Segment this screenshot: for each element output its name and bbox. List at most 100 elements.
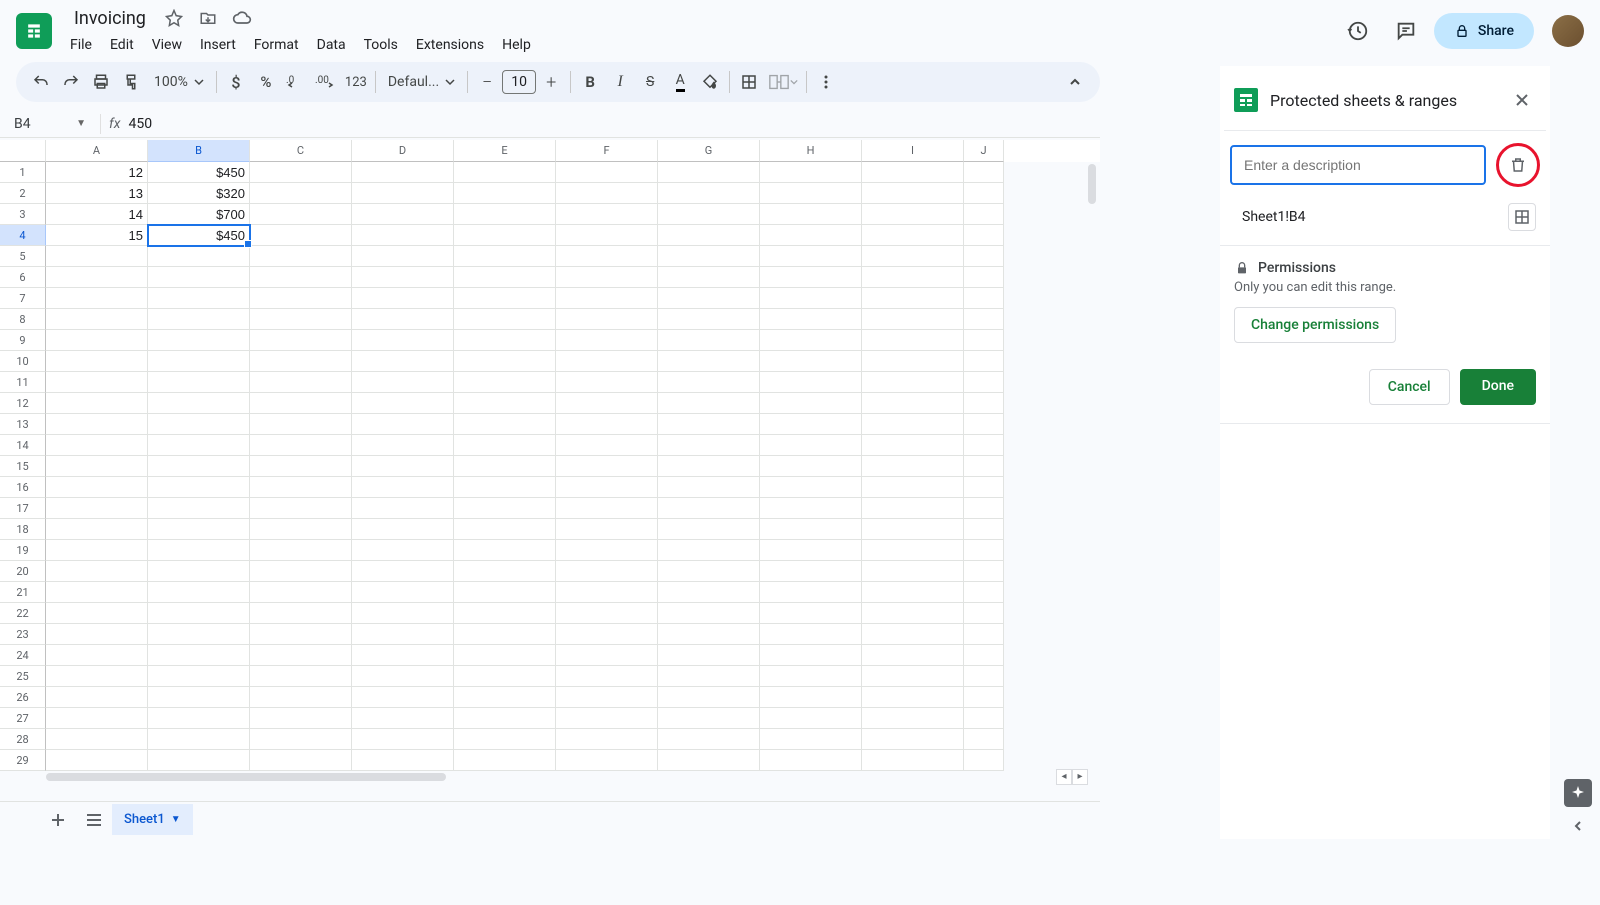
cell[interactable] (148, 477, 250, 498)
row-header[interactable]: 23 (0, 624, 46, 645)
cell[interactable] (148, 330, 250, 351)
cell[interactable] (454, 750, 556, 771)
undo-button[interactable] (26, 67, 56, 97)
trash-icon[interactable] (1509, 156, 1527, 174)
menu-data[interactable]: Data (309, 33, 354, 57)
cell[interactable] (556, 393, 658, 414)
cell[interactable] (352, 645, 454, 666)
row-header[interactable]: 18 (0, 519, 46, 540)
cell[interactable] (556, 204, 658, 225)
cell[interactable] (862, 540, 964, 561)
cell[interactable] (148, 729, 250, 750)
cell[interactable] (862, 183, 964, 204)
cell[interactable] (964, 519, 1004, 540)
col-header[interactable]: E (454, 140, 556, 162)
cell[interactable] (352, 603, 454, 624)
cell[interactable] (454, 666, 556, 687)
grid[interactable]: A B C D E F G H I J 112$450213$320314$70… (0, 140, 1100, 771)
cell[interactable] (556, 582, 658, 603)
scroll-left-button[interactable]: ◂ (1056, 769, 1072, 785)
decrease-decimal-button[interactable]: .0 (281, 67, 311, 97)
cell[interactable] (148, 582, 250, 603)
cell[interactable] (454, 330, 556, 351)
cell[interactable] (862, 414, 964, 435)
cell[interactable] (352, 435, 454, 456)
cell[interactable] (658, 246, 760, 267)
cell[interactable] (862, 687, 964, 708)
cell[interactable] (250, 183, 352, 204)
cell[interactable] (556, 372, 658, 393)
cell[interactable]: $450 (148, 162, 250, 183)
font-size-input[interactable]: 10 (502, 70, 536, 94)
cell[interactable] (760, 561, 862, 582)
cell[interactable] (454, 687, 556, 708)
cell[interactable] (964, 309, 1004, 330)
cell[interactable] (454, 414, 556, 435)
cell[interactable] (46, 246, 148, 267)
cell[interactable]: 13 (46, 183, 148, 204)
cell[interactable] (862, 246, 964, 267)
cell[interactable] (250, 603, 352, 624)
cell[interactable] (658, 204, 760, 225)
cell[interactable] (250, 519, 352, 540)
cell[interactable] (964, 456, 1004, 477)
cell[interactable] (964, 393, 1004, 414)
cell[interactable] (964, 204, 1004, 225)
cell[interactable] (862, 204, 964, 225)
cell[interactable] (148, 666, 250, 687)
document-title[interactable]: Invoicing (68, 6, 152, 31)
cell[interactable] (250, 666, 352, 687)
cell[interactable] (454, 393, 556, 414)
cell[interactable] (250, 414, 352, 435)
cell[interactable] (454, 729, 556, 750)
vertical-scrollbar[interactable] (1088, 162, 1096, 242)
cell[interactable] (250, 246, 352, 267)
cell[interactable] (250, 351, 352, 372)
cell[interactable] (46, 435, 148, 456)
cell[interactable] (454, 288, 556, 309)
cell[interactable] (250, 708, 352, 729)
row-header[interactable]: 26 (0, 687, 46, 708)
cell[interactable] (454, 561, 556, 582)
cell[interactable] (658, 477, 760, 498)
cell[interactable] (556, 603, 658, 624)
cell[interactable] (46, 456, 148, 477)
cell[interactable] (148, 246, 250, 267)
col-header[interactable]: G (658, 140, 760, 162)
scroll-right-button[interactable]: ▸ (1072, 769, 1088, 785)
row-header[interactable]: 27 (0, 708, 46, 729)
cell[interactable] (46, 498, 148, 519)
cell[interactable] (658, 624, 760, 645)
cell[interactable] (454, 267, 556, 288)
cell[interactable] (556, 225, 658, 246)
cell[interactable] (352, 393, 454, 414)
collapse-sidepanel-icon[interactable] (1569, 817, 1587, 835)
cell[interactable] (658, 708, 760, 729)
row-header[interactable]: 15 (0, 456, 46, 477)
cell[interactable] (964, 351, 1004, 372)
cell[interactable] (454, 225, 556, 246)
cell[interactable]: $320 (148, 183, 250, 204)
sheet-tab[interactable]: Sheet1 ▼ (112, 804, 193, 835)
cell[interactable] (556, 267, 658, 288)
row-header[interactable]: 1 (0, 162, 46, 183)
cell[interactable] (454, 498, 556, 519)
cell[interactable] (46, 351, 148, 372)
cell[interactable] (964, 225, 1004, 246)
cell[interactable] (250, 267, 352, 288)
formula-value[interactable]: 450 (128, 116, 152, 132)
cell[interactable] (760, 666, 862, 687)
cell[interactable] (760, 519, 862, 540)
cell[interactable] (352, 687, 454, 708)
cell[interactable] (250, 624, 352, 645)
cell[interactable] (46, 603, 148, 624)
cell[interactable] (46, 330, 148, 351)
cell[interactable] (46, 687, 148, 708)
row-header[interactable]: 19 (0, 540, 46, 561)
change-permissions-button[interactable]: Change permissions (1234, 307, 1396, 343)
row-header[interactable]: 7 (0, 288, 46, 309)
cell[interactable] (556, 351, 658, 372)
avatar[interactable] (1552, 15, 1584, 47)
cell[interactable] (964, 666, 1004, 687)
cell[interactable] (148, 645, 250, 666)
